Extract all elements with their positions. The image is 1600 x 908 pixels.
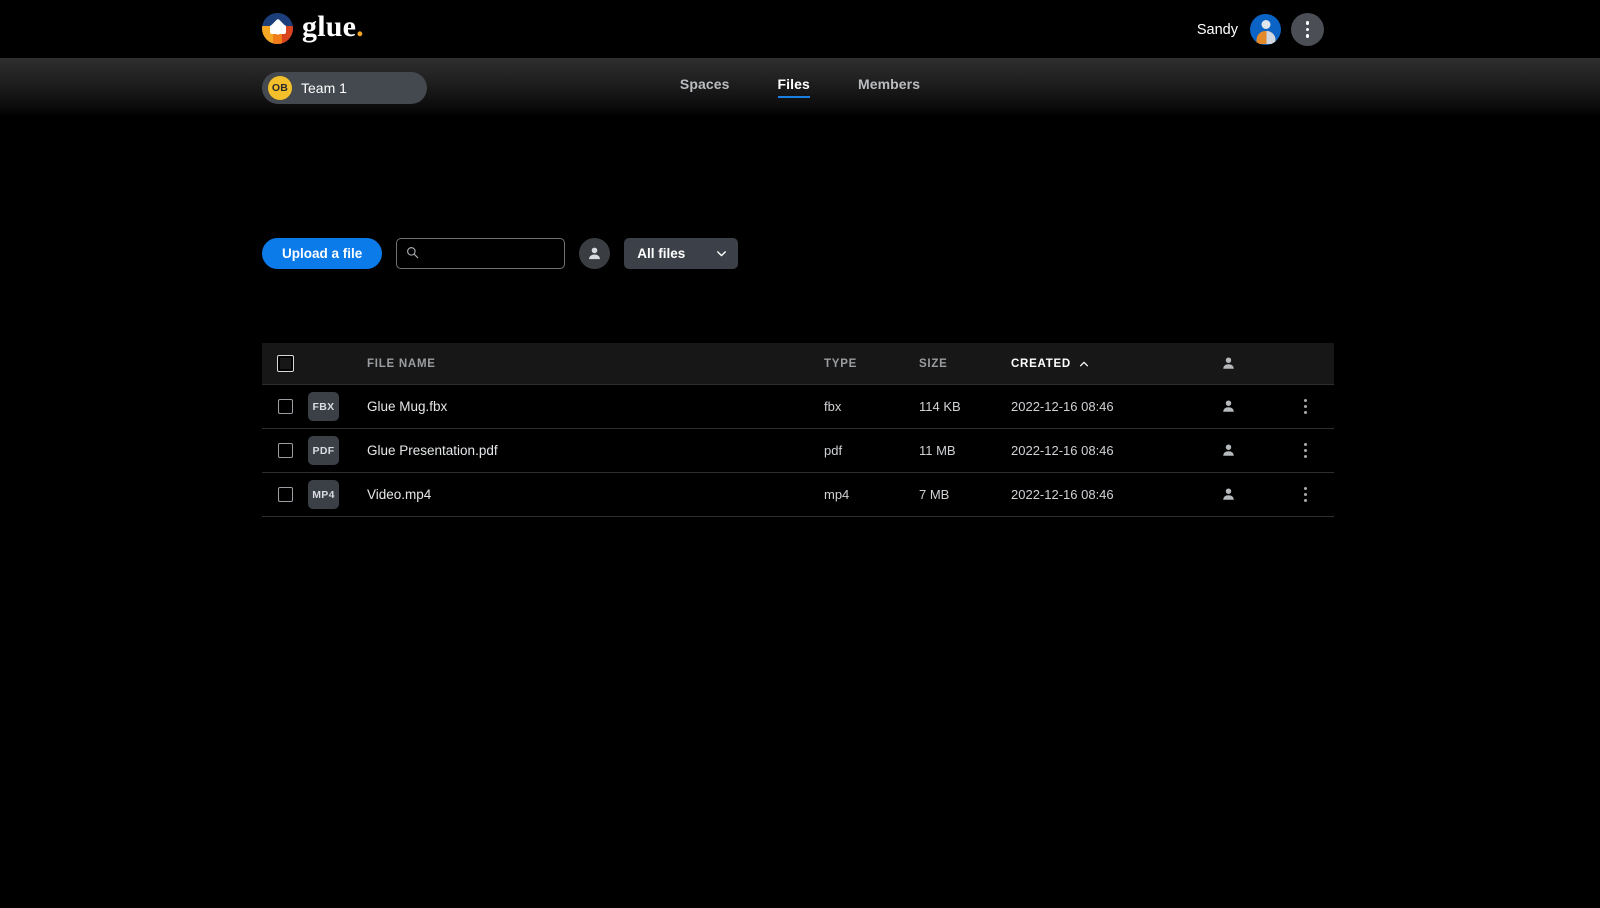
header-owner[interactable] bbox=[1181, 356, 1276, 371]
main-nav-tabs: Spaces Files Members bbox=[0, 76, 1600, 98]
file-created-cell: 2022-12-16 08:46 bbox=[1011, 443, 1114, 458]
header-created-label: CREATED bbox=[1011, 357, 1071, 370]
person-icon bbox=[1223, 357, 1234, 369]
tab-spaces[interactable]: Spaces bbox=[680, 76, 730, 98]
user-name-label: Sandy bbox=[1196, 21, 1238, 38]
file-type-badge: FBX bbox=[308, 392, 339, 421]
file-type-badge: MP4 bbox=[308, 480, 339, 509]
row-type-badge-cell: FBX bbox=[308, 392, 362, 421]
file-type-filter-label: All files bbox=[637, 246, 686, 261]
file-owner-cell bbox=[1181, 399, 1276, 414]
logo-dot: . bbox=[356, 9, 364, 43]
tab-files[interactable]: Files bbox=[777, 76, 810, 98]
file-created-cell: 2022-12-16 08:46 bbox=[1011, 487, 1114, 502]
kebab-menu-icon[interactable] bbox=[1291, 13, 1324, 46]
select-all-cell bbox=[262, 355, 308, 372]
file-type-cell: fbx bbox=[824, 399, 842, 414]
chevron-down-icon bbox=[717, 251, 727, 257]
person-icon bbox=[1223, 444, 1234, 456]
file-name-cell[interactable]: Video.mp4 bbox=[362, 487, 824, 502]
caret-up-icon bbox=[1079, 361, 1089, 366]
file-type-badge: PDF bbox=[308, 436, 339, 465]
row-select-cell bbox=[262, 399, 308, 414]
logo-text: glue bbox=[302, 9, 357, 43]
file-name-cell[interactable]: Glue Mug.fbx bbox=[362, 399, 824, 414]
file-owner-cell bbox=[1181, 443, 1276, 458]
row-kebab-icon[interactable] bbox=[1300, 483, 1311, 506]
tab-members[interactable]: Members bbox=[858, 76, 920, 98]
row-kebab-icon[interactable] bbox=[1300, 395, 1311, 418]
file-size-cell: 7 MB bbox=[919, 487, 950, 502]
person-filter-button[interactable] bbox=[579, 238, 611, 269]
row-menu-cell bbox=[1276, 439, 1334, 462]
main-content: Upload a file All files FILE NAME TYPE S… bbox=[0, 116, 1600, 908]
search-box[interactable] bbox=[396, 238, 566, 269]
row-checkbox[interactable] bbox=[277, 443, 293, 458]
top-bar-right-group: Sandy bbox=[1197, 13, 1324, 46]
row-select-cell bbox=[262, 443, 308, 458]
person-icon bbox=[1223, 488, 1234, 500]
brand-logo[interactable]: glue. bbox=[262, 9, 364, 44]
row-type-badge-cell: MP4 bbox=[308, 480, 362, 509]
row-menu-cell bbox=[1276, 395, 1334, 418]
table-header-row: FILE NAME TYPE SIZE CREATED bbox=[262, 343, 1334, 385]
header-type[interactable]: TYPE bbox=[824, 358, 919, 370]
files-table: FILE NAME TYPE SIZE CREATED FBX Glue Mug… bbox=[262, 343, 1334, 517]
row-checkbox[interactable] bbox=[277, 487, 293, 502]
table-row[interactable]: PDF Glue Presentation.pdf pdf 11 MB 2022… bbox=[262, 429, 1334, 473]
header-created[interactable]: CREATED bbox=[1011, 358, 1181, 370]
file-type-filter-select[interactable]: All files bbox=[624, 238, 739, 269]
glue-cube-logo-icon bbox=[262, 13, 293, 44]
file-size-cell: 11 MB bbox=[919, 443, 956, 458]
search-icon bbox=[407, 247, 419, 259]
row-checkbox[interactable] bbox=[277, 399, 293, 414]
upload-file-button[interactable]: Upload a file bbox=[262, 238, 383, 269]
file-type-cell: mp4 bbox=[824, 487, 850, 502]
table-row[interactable]: FBX Glue Mug.fbx fbx 114 KB 2022-12-16 0… bbox=[262, 385, 1334, 429]
user-avatar-icon[interactable] bbox=[1250, 14, 1281, 45]
file-created-cell: 2022-12-16 08:46 bbox=[1011, 399, 1114, 414]
person-icon bbox=[1223, 400, 1234, 412]
file-size-cell: 114 KB bbox=[919, 399, 961, 414]
files-toolbar: Upload a file All files bbox=[262, 238, 739, 269]
row-menu-cell bbox=[1276, 483, 1334, 506]
row-kebab-icon[interactable] bbox=[1300, 439, 1311, 462]
table-row[interactable]: MP4 Video.mp4 mp4 7 MB 2022-12-16 08:46 bbox=[262, 473, 1334, 517]
select-all-checkbox[interactable] bbox=[276, 355, 294, 372]
search-input[interactable] bbox=[397, 239, 565, 268]
row-select-cell bbox=[262, 487, 308, 502]
row-type-badge-cell: PDF bbox=[308, 436, 362, 465]
file-name-cell[interactable]: Glue Presentation.pdf bbox=[362, 443, 824, 458]
top-bar: glue. Sandy bbox=[0, 0, 1600, 58]
header-file-name[interactable]: FILE NAME bbox=[362, 358, 824, 370]
person-filter-icon bbox=[589, 247, 601, 260]
file-type-cell: pdf bbox=[824, 443, 843, 458]
header-size[interactable]: SIZE bbox=[919, 358, 1011, 370]
logo-wordmark: glue. bbox=[302, 9, 364, 43]
file-owner-cell bbox=[1181, 487, 1276, 502]
secondary-nav-bar: OB Team 1 Spaces Files Members bbox=[0, 58, 1600, 116]
